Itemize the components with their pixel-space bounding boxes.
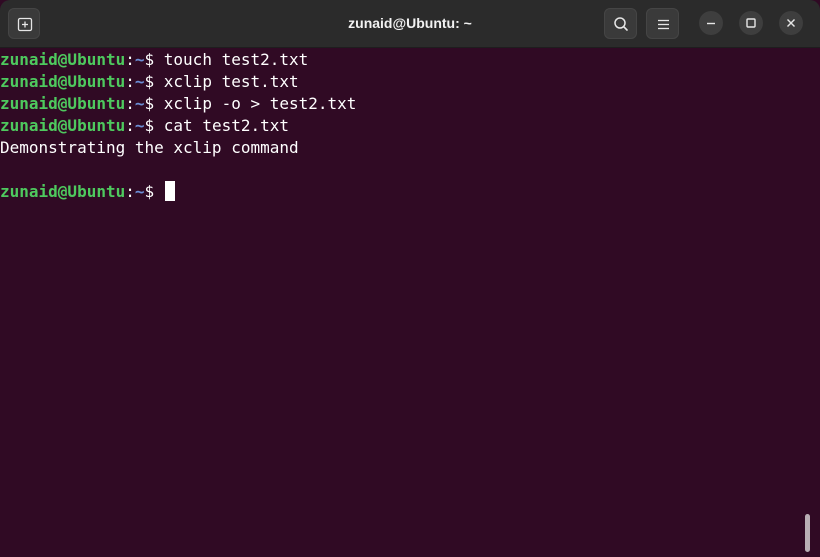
prompt-colon: : xyxy=(125,50,135,69)
output-text: Demonstrating the xclip command xyxy=(0,138,299,157)
prompt-symbol: $ xyxy=(144,72,164,91)
prompt-path: ~ xyxy=(134,94,145,113)
prompt-path: ~ xyxy=(134,182,145,201)
scrollbar-thumb[interactable] xyxy=(805,514,810,552)
terminal-line: zunaid@Ubuntu:~$ cat test2.txt xyxy=(0,115,800,137)
search-button[interactable] xyxy=(604,8,637,39)
prompt-symbol: $ xyxy=(144,116,164,135)
maximize-icon xyxy=(746,18,756,28)
prompt-symbol: $ xyxy=(144,94,164,113)
terminal-line: zunaid@Ubuntu:~$ xyxy=(0,181,800,203)
terminal-line: zunaid@Ubuntu:~$ xclip test.txt xyxy=(0,71,800,93)
search-icon xyxy=(614,17,628,31)
terminal-line: zunaid@Ubuntu:~$ xclip -o > test2.txt xyxy=(0,93,800,115)
maximize-button[interactable] xyxy=(739,11,763,35)
minimize-button[interactable] xyxy=(699,11,723,35)
new-tab-icon xyxy=(17,17,33,32)
prompt-user: zunaid@Ubuntu xyxy=(0,50,126,69)
command-text: touch test2.txt xyxy=(163,50,309,69)
command-text: xclip test.txt xyxy=(163,72,299,91)
prompt-symbol: $ xyxy=(144,182,164,201)
close-button[interactable] xyxy=(779,11,803,35)
prompt-path: ~ xyxy=(134,72,145,91)
window-title: zunaid@Ubuntu: ~ xyxy=(348,15,472,31)
prompt-colon: : xyxy=(125,72,135,91)
text-cursor xyxy=(164,181,175,201)
prompt-path: ~ xyxy=(134,116,145,135)
prompt-colon: : xyxy=(125,94,135,113)
new-tab-button[interactable] xyxy=(8,8,40,39)
prompt-user: zunaid@Ubuntu xyxy=(0,116,126,135)
terminal-output-line: Demonstrating the xclip command xyxy=(0,137,800,159)
close-icon xyxy=(787,19,795,27)
prompt-colon: : xyxy=(125,182,135,201)
prompt-user: zunaid@Ubuntu xyxy=(0,72,126,91)
prompt-user: zunaid@Ubuntu xyxy=(0,182,126,201)
command-text: xclip -o > test2.txt xyxy=(163,94,357,113)
command-text: cat test2.txt xyxy=(163,116,290,135)
prompt-symbol: $ xyxy=(144,50,164,69)
prompt-path: ~ xyxy=(134,50,145,69)
terminal-line: zunaid@Ubuntu:~$ touch test2.txt xyxy=(0,49,800,71)
prompt-colon: : xyxy=(125,116,135,135)
title-bar[interactable]: zunaid@Ubuntu: ~ xyxy=(0,0,820,48)
prompt-user: zunaid@Ubuntu xyxy=(0,94,126,113)
menu-button[interactable] xyxy=(646,8,679,39)
terminal-content[interactable]: zunaid@Ubuntu:~$ touch test2.txt zunaid@… xyxy=(0,48,800,557)
minimize-icon xyxy=(707,22,715,25)
hamburger-menu-icon xyxy=(658,19,669,30)
terminal-window: zunaid@Ubuntu: ~ zunaid@Ubuntu:~$ touch … xyxy=(0,0,820,557)
